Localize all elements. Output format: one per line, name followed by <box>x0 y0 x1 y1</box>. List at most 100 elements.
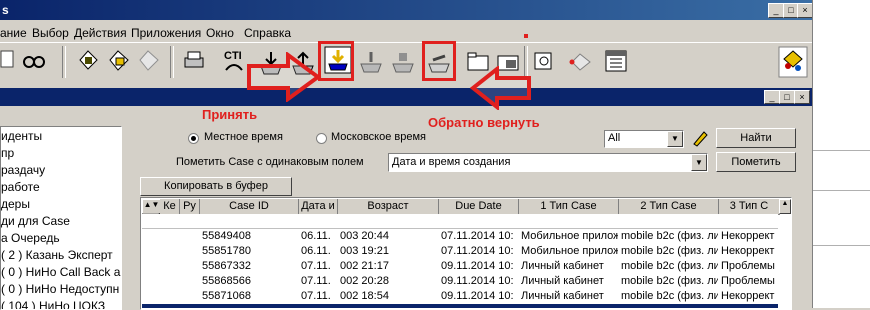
column-header[interactable]: Дата и <box>299 199 338 215</box>
date-cell: 06.11. <box>301 230 331 242</box>
mark-case-value: Дата и время создания <box>392 156 511 168</box>
date-cell: 07.11. <box>301 275 331 287</box>
tree-item[interactable]: иденты <box>1 129 42 143</box>
title-bar: s _ □ × <box>0 0 813 20</box>
side-window <box>812 0 870 308</box>
scroll-up-icon[interactable]: ▲ <box>779 199 791 214</box>
menu-item-applications[interactable]: Приложения <box>131 26 201 40</box>
tree-item[interactable]: а Очередь <box>1 231 60 245</box>
moscow-time-radio[interactable] <box>316 133 327 144</box>
tag-disabled-icon[interactable] <box>136 48 162 74</box>
find-button[interactable]: Найти <box>716 128 796 148</box>
return-highlight-box <box>422 41 456 81</box>
column-header[interactable]: Due Date <box>439 199 519 215</box>
filter-row[interactable] <box>142 214 778 229</box>
column-header[interactable]: 1 Тип Case <box>519 199 619 215</box>
due-date-cell: 09.11.2014 10: <box>441 290 514 302</box>
tree-item[interactable]: раздачу <box>1 163 45 177</box>
panel-title-bar: _ □ × <box>0 88 812 106</box>
accept-highlight-box <box>318 41 354 81</box>
age-cell: 003 20:44 <box>340 230 389 242</box>
column-header[interactable]: Ру <box>180 199 200 215</box>
cti-icon[interactable] <box>224 60 244 74</box>
tree-item[interactable]: пр <box>1 146 14 160</box>
chevron-down-icon[interactable]: ▼ <box>667 131 683 147</box>
age-cell: 002 21:17 <box>340 260 389 272</box>
tree-item[interactable]: работе <box>1 180 40 194</box>
mark-case-select[interactable]: Дата и время создания ▼ <box>388 153 708 172</box>
toolbar-doc-icon[interactable] <box>0 48 16 72</box>
mark-button[interactable]: Пометить <box>716 152 796 172</box>
minimize-button[interactable]: _ <box>768 3 784 18</box>
case-id-cell: 55867332 <box>202 260 251 272</box>
table-row[interactable]: 55871068 07.11. 002 18:54 09.11.2014 10:… <box>142 289 778 305</box>
window-title: s <box>2 3 9 17</box>
selected-row[interactable] <box>142 304 778 308</box>
type1-cell: Личный кабинет <box>521 275 604 287</box>
tree-item[interactable]: ди для Case <box>1 214 70 228</box>
date-cell: 07.11. <box>301 290 331 302</box>
due-date-cell: 09.11.2014 10: <box>441 260 514 272</box>
type1-cell: Мобильное прилож <box>521 245 618 257</box>
tray-send-icon[interactable] <box>358 48 384 74</box>
tree-item[interactable]: ( 2 ) Казань Эксперт <box>1 248 113 262</box>
mark-case-label: Пометить Case с одинаковым полем <box>176 156 364 168</box>
pencil-icon[interactable] <box>690 128 710 148</box>
panel-maximize-button[interactable]: □ <box>779 90 795 104</box>
table-row[interactable]: 55851780 06.11. 003 19:21 07.11.2014 10:… <box>142 244 778 260</box>
type1-cell: Личный кабинет <box>521 290 604 302</box>
tray-lock-icon[interactable] <box>390 48 416 74</box>
case-id-cell: 55871068 <box>202 290 251 302</box>
close-button[interactable]: × <box>797 3 813 18</box>
type3-cell: Некоррект <box>721 230 775 242</box>
due-date-cell: 07.11.2014 10: <box>441 245 514 257</box>
column-header[interactable]: Возраст <box>338 199 439 215</box>
menu-item-actions[interactable]: Действия <box>74 26 127 40</box>
filter-select[interactable]: All ▼ <box>604 130 684 148</box>
case-id-cell: 55868566 <box>202 275 251 287</box>
binoculars-icon[interactable] <box>22 50 46 72</box>
due-date-cell: 07.11.2014 10: <box>441 230 514 242</box>
column-header[interactable]: Case ID <box>200 199 299 215</box>
tree-item[interactable]: ( 104 ) НиНо ЦОКЗ <box>1 299 105 309</box>
copy-to-buffer-button[interactable]: Копировать в буфер <box>140 177 292 196</box>
tree-item[interactable]: деры <box>1 197 30 211</box>
panel-close-button[interactable]: × <box>794 90 810 104</box>
table-row[interactable]: 55867332 07.11. 002 21:17 09.11.2014 10:… <box>142 259 778 275</box>
column-header[interactable]: 3 Тип С <box>719 199 780 215</box>
type3-cell: Проблемы <box>721 260 775 272</box>
tag-attach-icon[interactable] <box>568 50 594 74</box>
accept-arrow-icon <box>247 52 322 102</box>
menu-item-help[interactable]: Справка <box>244 26 291 40</box>
column-header[interactable]: 2 Тип Case <box>619 199 719 215</box>
tree-item[interactable]: ( 0 ) НиНо Недоступн <box>1 282 119 296</box>
tree-item[interactable]: ( 0 ) НиНо Call Back а <box>1 265 120 279</box>
type2-cell: mobile b2c (физ. ли <box>621 230 718 242</box>
menu-item-select[interactable]: Выбор <box>32 26 69 40</box>
moscow-time-label: Московское время <box>331 131 427 143</box>
column-header[interactable]: Ке <box>160 199 180 215</box>
printer-icon[interactable] <box>182 50 206 72</box>
menu-item-window[interactable]: Окно <box>206 26 234 40</box>
type2-cell: mobile b2c (физ. ли <box>621 290 718 302</box>
panel-minimize-button[interactable]: _ <box>764 90 780 104</box>
type3-cell: Некоррект <box>721 290 775 302</box>
annotation-dot <box>524 34 528 38</box>
tag-star-icon[interactable] <box>106 48 132 74</box>
book-icon[interactable] <box>532 50 556 72</box>
age-cell: 003 19:21 <box>340 245 389 257</box>
table-row[interactable]: 55849408 06.11. 003 20:44 07.11.2014 10:… <box>142 229 778 245</box>
type3-cell: Проблемы <box>721 275 775 287</box>
filter-value: All <box>608 132 621 144</box>
type3-cell: Некоррект <box>721 245 775 257</box>
table-corner-button[interactable]: ▲▼ <box>142 199 161 214</box>
table-row[interactable]: 55868566 07.11. 002 20:28 09.11.2014 10:… <box>142 274 778 290</box>
app-logo-icon <box>778 46 808 78</box>
menu-item-partial[interactable]: ание <box>0 26 27 40</box>
local-time-radio[interactable] <box>188 133 199 144</box>
return-arrow-icon <box>470 66 531 110</box>
type2-cell: mobile b2c (физ. ли <box>621 245 718 257</box>
calendar-icon[interactable] <box>604 48 628 74</box>
chevron-down-icon[interactable]: ▼ <box>691 154 707 171</box>
tag-icon[interactable] <box>76 48 100 72</box>
